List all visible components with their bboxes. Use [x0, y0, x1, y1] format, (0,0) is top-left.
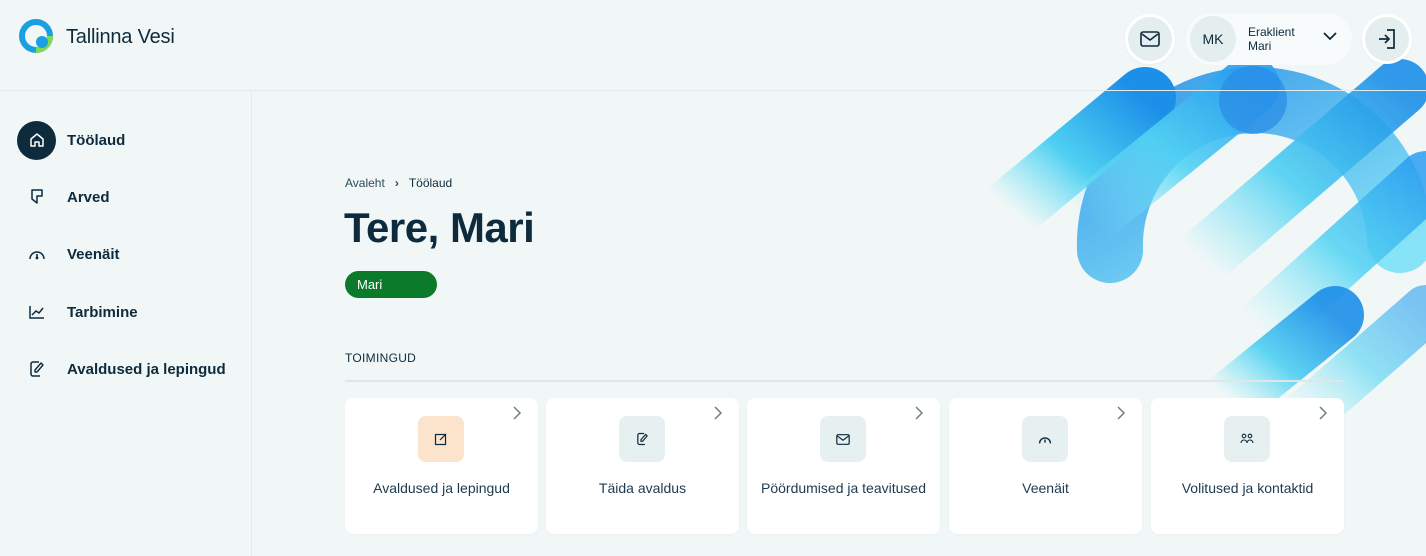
chevron-right-icon: [714, 406, 723, 420]
document-edit-icon: [17, 350, 56, 389]
avatar: MK: [1190, 16, 1236, 62]
sidebar-item-veenait[interactable]: Veenäit: [17, 234, 120, 274]
chevron-right-icon: [1117, 406, 1126, 420]
user-name: Mari: [1248, 39, 1272, 53]
user-type: Eraklient: [1248, 25, 1295, 39]
people-icon: [1224, 416, 1270, 462]
page-title: Tere, Mari: [344, 204, 535, 251]
sidebar-item-label: Töölaud: [67, 131, 126, 149]
logout-icon: [1379, 29, 1395, 49]
mail-icon: [1140, 31, 1160, 47]
sidebar-item-arved[interactable]: Arved: [17, 177, 110, 217]
account-badge[interactable]: Mari: [345, 271, 437, 298]
mail-icon: [820, 416, 866, 462]
home-icon: [17, 120, 56, 160]
logo[interactable]: Tallinna Vesi: [18, 18, 175, 56]
action-card-avaldused[interactable]: Avaldused ja lepingud: [345, 398, 538, 534]
breadcrumb: Avaleht › Töölaud: [345, 176, 452, 190]
chevron-right-icon: [1319, 406, 1328, 420]
sidebar-item-label: Tarbimine: [67, 303, 138, 321]
chevron-down-icon: [1323, 32, 1337, 41]
gauge-icon: [1022, 416, 1068, 462]
messages-button[interactable]: [1125, 14, 1175, 64]
chevron-right-icon: [915, 406, 924, 420]
breadcrumb-separator-icon: ›: [394, 176, 399, 190]
action-card-veenait[interactable]: Veenäit: [949, 398, 1142, 534]
sidebar-item-label: Veenäit: [67, 245, 120, 263]
card-label: Veenäit: [1022, 480, 1069, 496]
card-label: Volitused ja kontaktid: [1181, 480, 1314, 496]
breadcrumb-home[interactable]: Avaleht: [345, 176, 385, 190]
sidebar-item-toolaud[interactable]: Töölaud: [17, 120, 125, 160]
sidebar-item-label: Avaldused ja lepingud: [67, 360, 226, 378]
top-header: Tallinna Vesi MK Eraklient Mari: [0, 0, 1426, 90]
document-edit-icon: [619, 416, 665, 462]
card-label: Täida avaldus: [598, 480, 687, 496]
section-divider: [345, 380, 1345, 382]
user-info: Eraklient Mari: [1248, 25, 1295, 53]
user-menu[interactable]: MK Eraklient Mari: [1186, 13, 1352, 65]
logo-text: Tallinna Vesi: [66, 25, 175, 48]
gauge-icon: [17, 235, 56, 274]
edit-square-icon: [418, 416, 464, 462]
card-label: Avaldused ja lepingud: [373, 480, 510, 496]
chevron-right-icon: [513, 406, 522, 420]
sidebar: Töölaud Arved Veenäit Tarbimine Avalduse…: [0, 91, 252, 556]
logo-icon: [19, 19, 53, 53]
sidebar-item-tarbimine[interactable]: Tarbimine: [17, 292, 138, 332]
sidebar-item-avaldused[interactable]: Avaldused ja lepingud: [17, 349, 226, 389]
action-card-taida-avaldus[interactable]: Täida avaldus: [546, 398, 739, 534]
action-card-poordumised[interactable]: Pöördumised ja teavitused: [747, 398, 940, 534]
card-label: Pöördumised ja teavitused: [761, 480, 926, 496]
section-title: TOIMINGUD: [345, 351, 417, 365]
logout-button[interactable]: [1362, 14, 1412, 64]
chart-icon: [17, 293, 56, 332]
bookmark-icon: [17, 178, 56, 217]
breadcrumb-current: Töölaud: [408, 176, 453, 190]
action-card-volitused[interactable]: Volitused ja kontaktid: [1151, 398, 1344, 534]
sidebar-item-label: Arved: [67, 188, 110, 206]
